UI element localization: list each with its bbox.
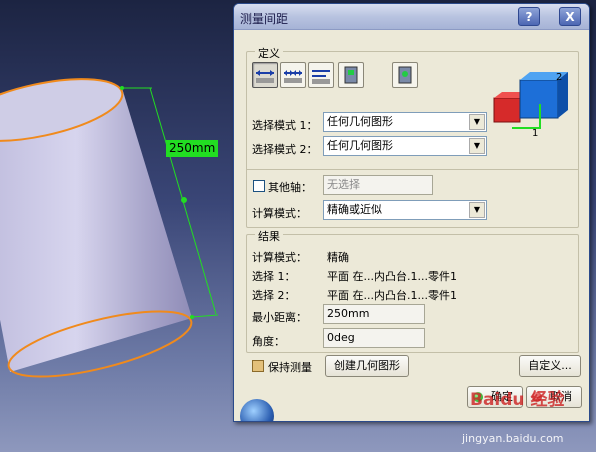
measure-inertia-button[interactable] <box>392 62 418 88</box>
dropdown-arrow-icon: ▼ <box>469 114 485 130</box>
measure-preview-icon: 1 2 <box>493 72 568 136</box>
measure-between-dialog: 测量间距 ? X 定义 1 2 选择模式 1： 任何几何图形 ▼ 选择模式 2：… <box>233 3 590 422</box>
result-selection-1-label: 选择 1： <box>252 270 296 283</box>
globe-logo-icon <box>240 399 274 421</box>
other-axis-field[interactable]: 无选择 <box>323 175 433 195</box>
watermark-brand: Baidu 经验 <box>470 390 565 410</box>
selection-mode-2-select[interactable]: 任何几何图形 ▼ <box>323 136 487 156</box>
dimension-label: 250mm <box>166 140 219 157</box>
result-selection-1-value: 平面 在...内凸台.1...零件1 <box>327 270 457 283</box>
min-distance-value: 250mm <box>327 307 370 320</box>
cylinder-part[interactable] <box>0 67 197 390</box>
measure-fan-icon <box>312 70 330 84</box>
selection-mode-1-value: 任何几何图形 <box>327 115 393 128</box>
keep-measure-label: 保持测量 <box>268 361 312 374</box>
svg-text:1: 1 <box>532 128 538 136</box>
other-axis-label: 其他轴： <box>268 181 312 194</box>
calc-mode-select[interactable]: 精确或近似 ▼ <box>323 200 487 220</box>
measure-inertia-icon <box>398 66 412 84</box>
svg-text:2: 2 <box>556 72 562 83</box>
selection-mode-1-select[interactable]: 任何几何图形 ▼ <box>323 112 487 132</box>
measure-fan-mode-button[interactable] <box>308 62 334 88</box>
calc-mode-label: 计算模式： <box>252 207 307 220</box>
measure-item-button[interactable] <box>338 62 364 88</box>
min-distance-label: 最小距离： <box>252 311 307 324</box>
measure-item-icon <box>344 66 358 84</box>
result-selection-2-value: 平面 在...内凸台.1...零件1 <box>327 289 457 302</box>
dropdown-arrow-icon: ▼ <box>469 202 485 218</box>
divider <box>246 169 579 170</box>
angle-field: 0deg <box>323 328 425 348</box>
dialog-titlebar[interactable]: 测量间距 ? X <box>234 4 589 30</box>
result-selection-2-label: 选择 2： <box>252 289 296 302</box>
close-button[interactable]: X <box>559 7 581 26</box>
create-geometry-button[interactable]: 创建几何图形 <box>325 355 409 377</box>
result-calc-mode-value: 精确 <box>327 251 349 264</box>
dialog-title: 测量间距 <box>240 12 289 26</box>
measure-chain-icon <box>284 70 302 83</box>
selection-mode-1-label: 选择模式 1： <box>252 119 318 132</box>
angle-value: 0deg <box>327 331 355 344</box>
results-legend: 结果 <box>255 228 283 244</box>
dropdown-arrow-icon: ▼ <box>469 138 485 154</box>
measure-between-mode-button[interactable] <box>252 62 278 88</box>
min-distance-field: 250mm <box>323 304 425 324</box>
other-axis-value: 无选择 <box>327 178 360 191</box>
help-button[interactable]: ? <box>518 7 540 26</box>
definition-legend: 定义 <box>255 45 283 61</box>
measure-between-icon <box>256 70 274 83</box>
angle-label: 角度： <box>252 335 285 348</box>
result-calc-mode-label: 计算模式： <box>252 251 307 264</box>
calc-mode-value: 精确或近似 <box>327 203 382 216</box>
selection-mode-2-label: 选择模式 2： <box>252 143 318 156</box>
watermark-url: jingyan.baidu.com <box>462 432 564 445</box>
customize-button[interactable]: 自定义... <box>519 355 581 377</box>
other-axis-checkbox[interactable] <box>253 180 265 192</box>
selection-mode-2-value: 任何几何图形 <box>327 139 393 152</box>
keep-measure-checkbox[interactable] <box>252 360 264 372</box>
measure-chain-mode-button[interactable] <box>280 62 306 88</box>
